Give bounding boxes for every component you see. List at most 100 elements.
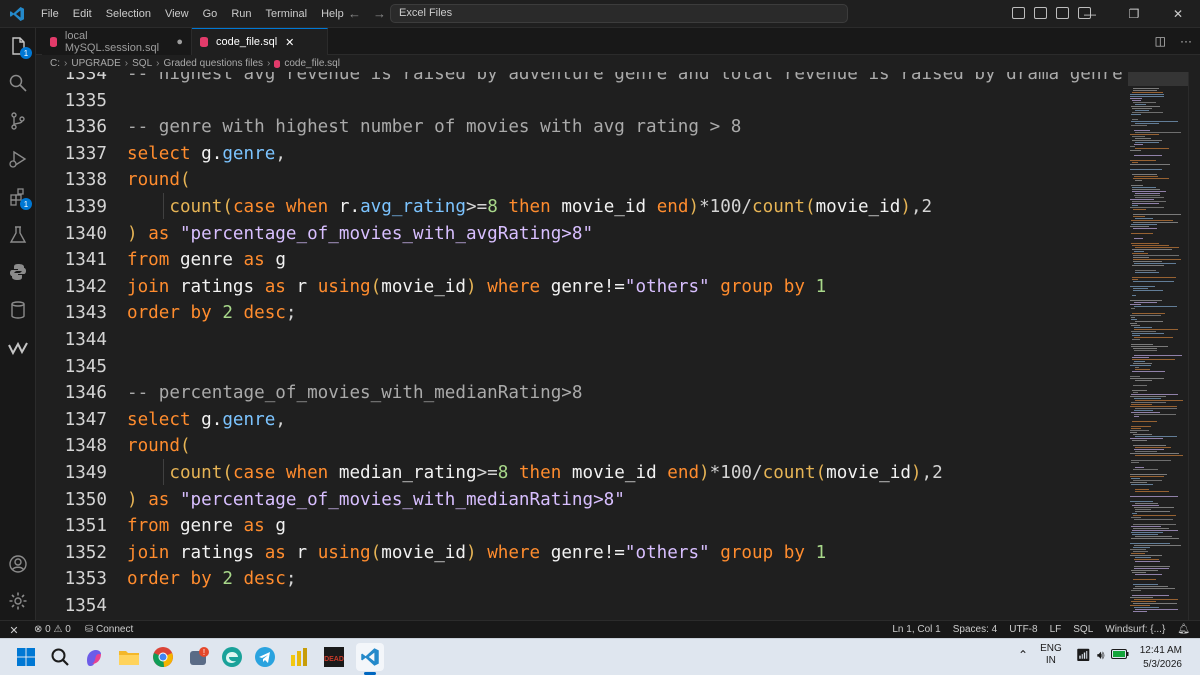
telegram-icon[interactable] <box>253 645 277 669</box>
code-line[interactable]: 1350) as "percentage_of_movies_with_medi… <box>36 487 1128 513</box>
menu-selection[interactable]: Selection <box>99 8 158 20</box>
code-line[interactable]: 1347 select g.genre, <box>36 407 1128 433</box>
forward-arrow-icon[interactable]: → <box>373 6 386 21</box>
toggle-primary-sidebar-icon[interactable] <box>1034 7 1047 19</box>
minimap-line <box>1134 414 1176 415</box>
notification-app-icon[interactable]: ! <box>187 645 211 669</box>
code-line[interactable]: 1345 <box>36 354 1128 380</box>
minimap[interactable] <box>1128 72 1188 620</box>
vscode-icon[interactable] <box>356 643 384 671</box>
unsaved-dot-icon[interactable]: ● <box>176 36 183 48</box>
close-tab-icon[interactable]: ✕ <box>285 36 294 49</box>
code-token: ,2 <box>910 197 933 217</box>
code-line[interactable]: 1343 order by 2 desc; <box>36 300 1128 326</box>
code-line[interactable]: 1348 round( <box>36 433 1128 459</box>
connect-status[interactable]: ⛁ Connect <box>85 624 133 635</box>
cursor-position[interactable]: Ln 1, Col 1 <box>892 624 940 635</box>
vertical-scrollbar[interactable] <box>1188 72 1200 620</box>
customize-layout-icon[interactable] <box>1012 7 1025 19</box>
code-line[interactable]: 1339 count(case when r.avg_rating>=8 the… <box>36 194 1128 220</box>
close-window-icon[interactable]: ✕ <box>1156 7 1200 21</box>
code-line[interactable]: 1338 round( <box>36 167 1128 193</box>
menu-file[interactable]: File <box>34 8 66 20</box>
file-explorer-icon[interactable] <box>117 645 141 669</box>
wifi-icon[interactable]: 📶︎ <box>1076 648 1091 662</box>
code-line[interactable]: 1341 from genre as g <box>36 247 1128 273</box>
menu-edit[interactable]: Edit <box>66 8 99 20</box>
explorer-icon[interactable]: 1 <box>6 34 32 59</box>
power-bi-icon[interactable] <box>287 645 311 669</box>
database-icon[interactable] <box>6 298 30 322</box>
account-icon[interactable] <box>6 552 30 576</box>
clock[interactable]: 12:41 AM 5/3/2026 <box>1140 644 1182 672</box>
breadcrumb-graded-folder[interactable]: Graded questions files <box>164 58 264 69</box>
breadcrumb-sql[interactable]: SQL <box>132 58 152 69</box>
indentation[interactable]: Spaces: 4 <box>953 624 997 635</box>
windsurf-status[interactable]: Windsurf: {...} <box>1105 624 1165 635</box>
volume-icon[interactable]: 🔊︎ <box>1097 648 1105 663</box>
testing-icon[interactable] <box>6 223 30 247</box>
minimap-line <box>1131 319 1137 320</box>
edge-icon[interactable] <box>220 645 244 669</box>
command-center-search[interactable]: Excel Files <box>390 4 848 23</box>
battery-icon[interactable] <box>1110 648 1129 662</box>
tab-code-file-sql[interactable]: code_file.sql ✕ <box>192 28 328 55</box>
search-icon[interactable] <box>48 645 72 669</box>
minimap-line <box>1131 224 1157 225</box>
breadcrumb-file[interactable]: code_file.sql <box>284 58 340 69</box>
copilot-icon[interactable] <box>82 645 106 669</box>
breadcrumb-upgrade[interactable]: UPGRADE <box>71 58 120 69</box>
remote-icon[interactable]: ✕ <box>0 621 28 639</box>
back-arrow-icon[interactable]: ← <box>348 6 361 21</box>
code-line[interactable]: 1351 from genre as g <box>36 513 1128 539</box>
windsurf-icon[interactable] <box>6 336 30 360</box>
extensions-icon[interactable]: 1 <box>6 185 32 210</box>
language-bottom: IN <box>1045 655 1056 666</box>
game-app-icon[interactable]: DEAD <box>322 645 346 669</box>
language-indicator[interactable]: ENG IN <box>1040 643 1062 667</box>
line-number: 1351 <box>64 516 107 537</box>
code-line[interactable]: 1334 -- highest avg revenue is raised by … <box>36 72 1128 87</box>
minimize-icon[interactable]: — <box>1068 7 1112 21</box>
code-line[interactable]: 1352 join ratings as r using(movie_id) wh… <box>36 540 1128 566</box>
restore-icon[interactable]: ❐ <box>1112 7 1156 21</box>
code-line[interactable]: 1344 <box>36 327 1128 353</box>
menu-terminal[interactable]: Terminal <box>259 8 315 20</box>
code-line[interactable]: 1335 <box>36 88 1128 114</box>
minimap-viewport[interactable] <box>1128 72 1188 86</box>
menu-run[interactable]: Run <box>224 8 258 20</box>
menu-go[interactable]: Go <box>196 8 225 20</box>
minimap-line <box>1132 203 1159 204</box>
tab-session-sql[interactable]: local MySQL.session.sql ● <box>42 28 192 55</box>
more-actions-icon[interactable]: ··· <box>1180 34 1192 48</box>
code-editor[interactable]: 1334 -- highest avg revenue is raised by … <box>36 72 1128 620</box>
python-icon[interactable] <box>6 260 30 284</box>
notifications-bell-icon[interactable]: 🔔︎ <box>1177 624 1190 635</box>
minimap-line <box>1132 174 1157 175</box>
run-debug-icon[interactable] <box>6 147 30 171</box>
windows-start-icon[interactable] <box>14 645 38 669</box>
menu-view[interactable]: View <box>158 8 196 20</box>
chrome-icon[interactable] <box>151 645 175 669</box>
code-line[interactable]: 1342 join ratings as r using(movie_id) wh… <box>36 274 1128 300</box>
search-icon[interactable] <box>6 71 30 95</box>
source-control-icon[interactable] <box>6 109 30 133</box>
problems-indicator[interactable]: ⊗ 0 ⚠ 0 <box>34 624 71 635</box>
split-editor-icon[interactable]: ◫ <box>1155 34 1166 48</box>
connect-label: Connect <box>96 624 134 635</box>
chevron-up-icon[interactable]: ⌃ <box>1018 648 1028 662</box>
minimap-line <box>1134 507 1174 508</box>
code-line[interactable]: 1349 count(case when median_rating>=8 th… <box>36 460 1128 486</box>
code-line[interactable]: 1340) as "percentage_of_movies_with_avgR… <box>36 221 1128 247</box>
code-line[interactable]: 1354 <box>36 593 1128 619</box>
code-line[interactable]: 1353 order by 2 desc; <box>36 566 1128 592</box>
end-of-line[interactable]: LF <box>1050 624 1062 635</box>
code-line[interactable]: 1346 -- percentage_of_movies_with_medianR… <box>36 380 1128 406</box>
menu-help[interactable]: Help <box>314 8 351 20</box>
code-line[interactable]: 1336 -- genre with highest number of movi… <box>36 114 1128 140</box>
settings-icon[interactable] <box>6 589 30 613</box>
code-line[interactable]: 1337 select g.genre, <box>36 141 1128 167</box>
encoding[interactable]: UTF-8 <box>1009 624 1037 635</box>
language-mode[interactable]: SQL <box>1073 624 1093 635</box>
breadcrumb-drive[interactable]: C: <box>50 58 60 69</box>
